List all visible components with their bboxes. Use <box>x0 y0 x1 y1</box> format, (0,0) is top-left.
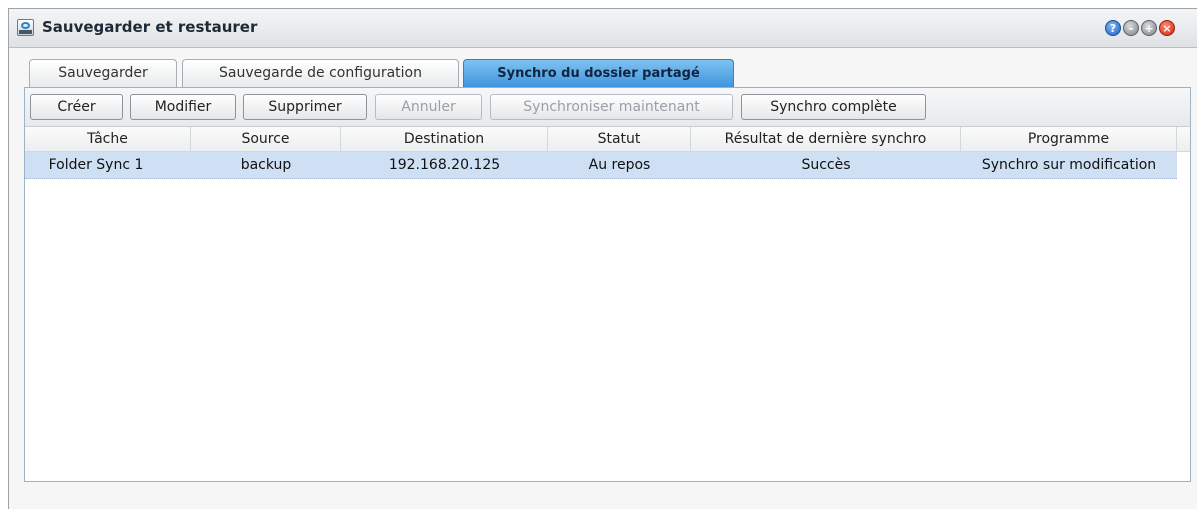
cell-last-result: Succès <box>801 157 851 173</box>
maximize-icon[interactable]: + <box>1141 20 1157 36</box>
delete-button[interactable]: Supprimer <box>243 94 367 120</box>
table-row[interactable]: Folder Sync 1 backup 192.168.20.125 Au r… <box>25 152 1177 179</box>
column-header-status[interactable]: Statut <box>548 127 691 151</box>
tab-synchro-dossier-partage[interactable]: Synchro du dossier partagé <box>463 59 734 87</box>
toolbar: Créer Modifier Supprimer Annuler Synchro… <box>25 88 1190 127</box>
column-header-task[interactable]: Tâche <box>25 127 191 151</box>
cell-source: backup <box>240 157 292 173</box>
backup-app-icon <box>17 19 34 36</box>
sync-panel: Créer Modifier Supprimer Annuler Synchro… <box>24 88 1191 482</box>
column-header-schedule[interactable]: Programme <box>961 127 1177 151</box>
column-header-source[interactable]: Source <box>191 127 341 151</box>
help-icon[interactable]: ? <box>1105 20 1121 36</box>
close-icon[interactable]: × <box>1159 20 1175 36</box>
minimize-icon[interactable]: – <box>1123 20 1139 36</box>
sync-now-button[interactable]: Synchroniser maintenant <box>490 94 733 120</box>
cancel-button[interactable]: Annuler <box>375 94 482 120</box>
tab-sauvegarde-configuration[interactable]: Sauvegarde de configuration <box>182 59 459 87</box>
modify-button[interactable]: Modifier <box>130 94 236 120</box>
full-sync-button[interactable]: Synchro complète <box>741 94 926 120</box>
cell-task: Folder Sync 1 <box>48 157 144 173</box>
cell-status: Au repos <box>588 157 651 173</box>
tab-strip: Sauvegarder Sauvegarde de configuration … <box>29 59 1197 87</box>
tab-sauvegarder[interactable]: Sauvegarder <box>29 59 177 87</box>
title-bar[interactable]: Sauvegarder et restaurer ? – + × <box>9 9 1197 48</box>
window-title: Sauvegarder et restaurer <box>42 18 258 36</box>
create-button[interactable]: Créer <box>30 94 123 120</box>
cell-schedule: Synchro sur modification <box>981 157 1157 173</box>
backup-restore-window: Sauvegarder et restaurer ? – + × Sauvega… <box>8 8 1197 509</box>
column-header-destination[interactable]: Destination <box>341 127 548 151</box>
grid-header: Tâche Source Destination Statut Résultat… <box>25 127 1190 152</box>
column-header-last-result[interactable]: Résultat de dernière synchro <box>691 127 961 151</box>
cell-destination: 192.168.20.125 <box>388 157 501 173</box>
